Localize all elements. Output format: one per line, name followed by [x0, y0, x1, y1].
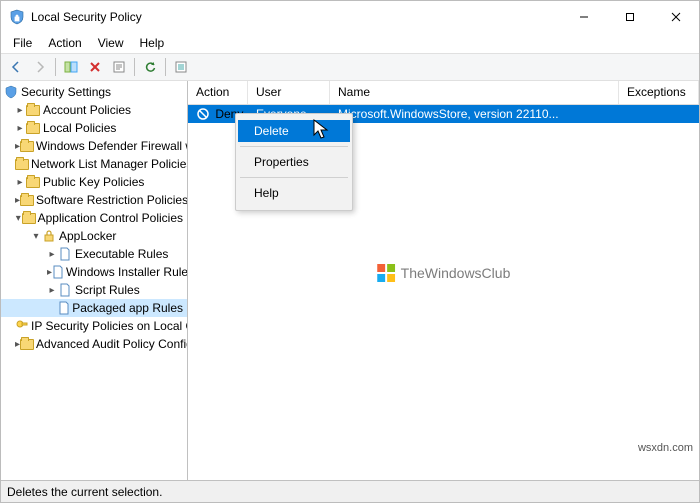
back-button[interactable]	[5, 56, 27, 78]
toolbar-separator	[165, 58, 166, 76]
delete-button[interactable]	[84, 56, 106, 78]
tree-item-installer-rules[interactable]: ▸Windows Installer Rules	[1, 263, 187, 281]
cell-name: Microsoft.WindowsStore, version 22110...	[330, 107, 619, 121]
properties-button[interactable]	[108, 56, 130, 78]
toolbar	[1, 53, 699, 81]
chevron-right-icon: ▸	[13, 177, 25, 188]
tree-item-local-policies[interactable]: ▸Local Policies	[1, 119, 187, 137]
shield-icon	[3, 84, 19, 100]
chevron-right-icon: ▸	[13, 339, 20, 350]
key-icon	[15, 318, 29, 334]
export-list-button[interactable]	[170, 56, 192, 78]
menubar: File Action View Help	[1, 33, 699, 53]
menu-help[interactable]: Help	[132, 34, 173, 52]
document-icon	[57, 300, 70, 316]
tree-item-windows-firewall[interactable]: ▸Windows Defender Firewall with Advanced…	[1, 137, 187, 155]
tree-item-ip-security[interactable]: IP Security Policies on Local Computer	[1, 317, 187, 335]
column-action[interactable]: Action	[188, 81, 248, 104]
context-menu-help[interactable]: Help	[238, 182, 350, 204]
deny-icon	[196, 107, 210, 121]
context-menu-separator	[240, 146, 348, 147]
chevron-right-icon: ▸	[13, 105, 25, 116]
toolbar-separator	[55, 58, 56, 76]
tree-item-executable-rules[interactable]: ▸Executable Rules	[1, 245, 187, 263]
app-icon	[9, 9, 25, 25]
credit-text: wsxdn.com	[638, 442, 693, 454]
close-button[interactable]	[653, 1, 699, 33]
document-icon	[52, 264, 64, 280]
menu-file[interactable]: File	[5, 34, 40, 52]
chevron-right-icon: ▸	[13, 195, 20, 206]
lock-icon	[41, 228, 57, 244]
statusbar: Deletes the current selection.	[1, 480, 699, 502]
context-menu-separator	[240, 177, 348, 178]
chevron-right-icon: ▸	[45, 267, 52, 278]
folder-icon	[20, 336, 34, 352]
document-icon	[57, 246, 73, 262]
tree-item-advanced-audit[interactable]: ▸Advanced Audit Policy Configuration	[1, 335, 187, 353]
refresh-button[interactable]	[139, 56, 161, 78]
folder-icon	[22, 210, 36, 226]
column-exceptions[interactable]: Exceptions	[619, 81, 699, 104]
chevron-right-icon: ▸	[45, 285, 57, 296]
forward-button[interactable]	[29, 56, 51, 78]
context-menu-delete[interactable]: Delete	[238, 120, 350, 142]
window-controls	[561, 1, 699, 33]
folder-icon	[25, 120, 41, 136]
folder-icon	[20, 138, 34, 154]
column-name[interactable]: Name	[330, 81, 619, 104]
context-menu-properties[interactable]: Properties	[238, 151, 350, 173]
watermark: TheWindowsClub	[377, 264, 511, 282]
toolbar-separator	[134, 58, 135, 76]
context-menu: Delete Properties Help	[235, 113, 353, 211]
tree-item-app-control[interactable]: ▾Application Control Policies	[1, 209, 187, 227]
menu-action[interactable]: Action	[40, 34, 89, 52]
tree-item-network-list[interactable]: Network List Manager Policies	[1, 155, 187, 173]
tree-item-software-restriction[interactable]: ▸Software Restriction Policies	[1, 191, 187, 209]
maximize-button[interactable]	[607, 1, 653, 33]
windows-icon	[377, 264, 395, 282]
tree-root[interactable]: Security Settings	[1, 83, 187, 101]
chevron-down-icon: ▾	[13, 213, 22, 224]
menu-view[interactable]: View	[90, 34, 132, 52]
column-user[interactable]: User	[248, 81, 330, 104]
list-header: Action User Name Exceptions	[188, 81, 699, 105]
chevron-down-icon: ▾	[29, 231, 41, 242]
minimize-button[interactable]	[561, 1, 607, 33]
chevron-right-icon: ▸	[13, 141, 20, 152]
chevron-right-icon: ▸	[45, 249, 57, 260]
document-icon	[57, 282, 73, 298]
list-pane: Action User Name Exceptions Deny Everyon…	[188, 81, 699, 480]
tree-item-script-rules[interactable]: ▸Script Rules	[1, 281, 187, 299]
folder-icon	[20, 192, 34, 208]
folder-icon	[15, 156, 29, 172]
window-title: Local Security Policy	[31, 10, 561, 24]
tree-item-applocker[interactable]: ▾AppLocker	[1, 227, 187, 245]
titlebar: Local Security Policy	[1, 1, 699, 33]
show-hide-tree-button[interactable]	[60, 56, 82, 78]
tree-pane: Security Settings ▸Account Policies ▸Loc…	[1, 81, 188, 480]
tree-item-packaged-app-rules[interactable]: Packaged app Rules	[1, 299, 187, 317]
chevron-right-icon: ▸	[13, 123, 25, 134]
folder-icon	[25, 174, 41, 190]
tree-item-public-key[interactable]: ▸Public Key Policies	[1, 173, 187, 191]
tree-item-account-policies[interactable]: ▸Account Policies	[1, 101, 187, 119]
statusbar-text: Deletes the current selection.	[7, 485, 162, 499]
folder-icon	[25, 102, 41, 118]
